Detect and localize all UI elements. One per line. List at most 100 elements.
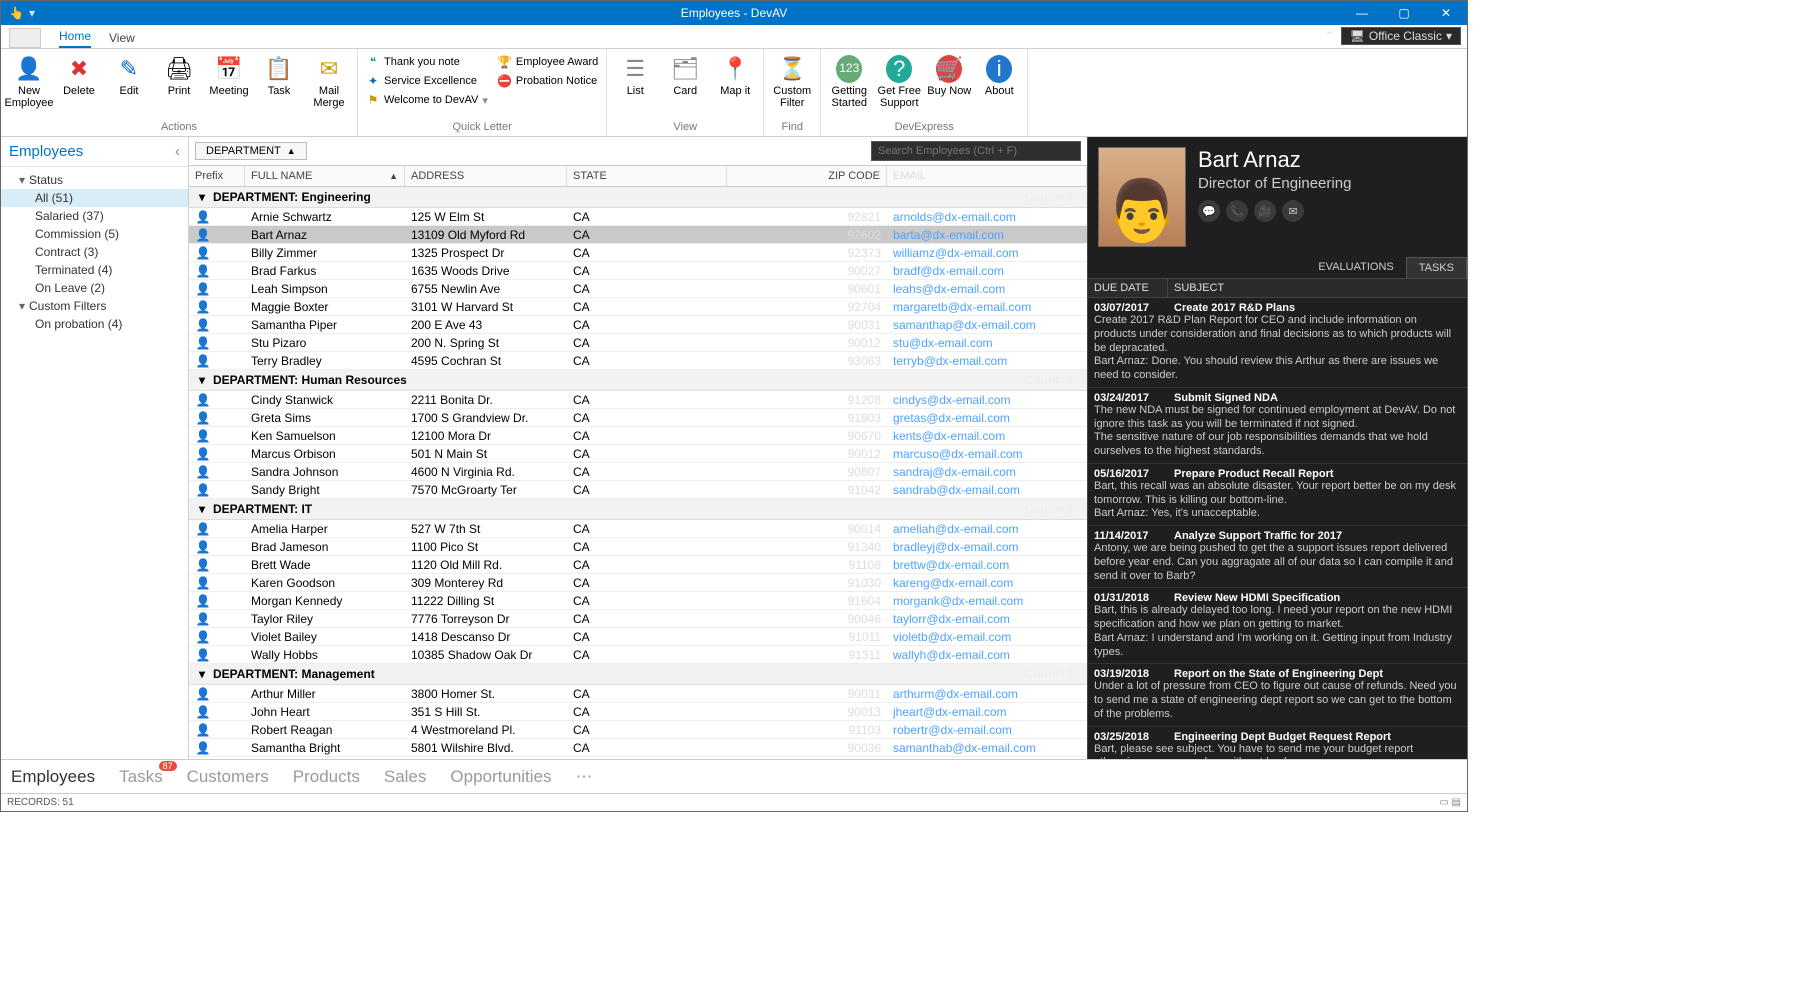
nav-employees[interactable]: Employees [11, 767, 95, 787]
email-link[interactable]: arnolds@dx-email.com [893, 210, 1016, 224]
nav-products[interactable]: Products [293, 767, 360, 787]
task-item[interactable]: 01/31/2018Review New HDMI SpecificationB… [1088, 588, 1467, 664]
task-item[interactable]: 05/16/2017Prepare Product Recall ReportB… [1088, 464, 1467, 526]
delete-button[interactable]: ✖Delete [55, 51, 103, 97]
email-link[interactable]: gretas@dx-email.com [893, 411, 1010, 425]
email-link[interactable]: bradf@dx-email.com [893, 264, 1004, 278]
email-link[interactable]: kents@dx-email.com [893, 429, 1005, 443]
table-row[interactable]: 👤Samantha Piper200 E Ave 43CA90031samant… [189, 316, 1087, 334]
getting-started-button[interactable]: 123Getting Started [825, 51, 873, 109]
new-employee-button[interactable]: 👤New Employee [5, 51, 53, 109]
col-due-date[interactable]: DUE DATE [1088, 279, 1168, 297]
theme-selector[interactable]: 🖥Office Classic▾ [1341, 27, 1461, 45]
mail-merge-button[interactable]: ✉Mail Merge [305, 51, 353, 109]
table-row[interactable]: 👤Taylor Riley7776 Torreyson DrCA90046tay… [189, 610, 1087, 628]
custom-filter-button[interactable]: ⏳Custom Filter [768, 51, 816, 109]
video-icon[interactable]: 🎥 [1254, 200, 1276, 222]
tab-evaluations[interactable]: EVALUATIONS [1306, 257, 1405, 278]
email-link[interactable]: sandrab@dx-email.com [893, 483, 1020, 497]
email-link[interactable]: marcuso@dx-email.com [893, 447, 1023, 461]
email-link[interactable]: ameliah@dx-email.com [893, 522, 1019, 536]
table-row[interactable]: 👤Ken Samuelson12100 Mora DrCA90670kents@… [189, 427, 1087, 445]
tab-view[interactable]: View [109, 28, 135, 48]
table-row[interactable]: 👤John Heart351 S Hill St.CA90013jheart@d… [189, 703, 1087, 721]
email-link[interactable]: morgank@dx-email.com [893, 594, 1023, 608]
tab-tasks[interactable]: TASKS [1406, 257, 1467, 278]
nav-customers[interactable]: Customers [187, 767, 269, 787]
table-row[interactable]: 👤Sandy Bright7570 McGroarty TerCA91042sa… [189, 481, 1087, 499]
nav-opportunities[interactable]: Opportunities [450, 767, 551, 787]
col-prefix[interactable]: Prefix [189, 166, 245, 186]
email-link[interactable]: margaretb@dx-email.com [893, 300, 1031, 314]
close-button[interactable]: ✕ [1425, 1, 1467, 25]
email-link[interactable]: bradleyj@dx-email.com [893, 540, 1019, 554]
nav-item[interactable]: Terminated (4) [1, 261, 188, 279]
edit-button[interactable]: ✎Edit [105, 51, 153, 97]
table-row[interactable]: 👤Arthur Miller3800 Homer St.CA90031arthu… [189, 685, 1087, 703]
group-header[interactable]: ▾DEPARTMENT: ITCount=8 [189, 499, 1087, 520]
mail-icon[interactable]: ✉ [1282, 200, 1304, 222]
service-excellence-button[interactable]: ✦Service Excellence [362, 72, 492, 90]
table-row[interactable]: 👤Brad Farkus1635 Woods DriveCA90027bradf… [189, 262, 1087, 280]
email-link[interactable]: leahs@dx-email.com [893, 282, 1005, 296]
table-row[interactable]: 👤Bart Arnaz13109 Old Myford RdCA92602bar… [189, 226, 1087, 244]
col-subject[interactable]: SUBJECT [1168, 279, 1230, 297]
task-item[interactable]: 03/25/2018Engineering Dept Budget Reques… [1088, 727, 1467, 760]
email-link[interactable]: brettw@dx-email.com [893, 558, 1009, 572]
nav-sales[interactable]: Sales [384, 767, 427, 787]
phone-icon[interactable]: 📞 [1226, 200, 1248, 222]
email-link[interactable]: barta@dx-email.com [893, 228, 1004, 242]
table-row[interactable]: 👤Billy Zimmer1325 Prospect DrCA92373will… [189, 244, 1087, 262]
table-row[interactable]: 👤Brad Jameson1100 Pico StCA91340bradleyj… [189, 538, 1087, 556]
task-item[interactable]: 03/19/2018Report on the State of Enginee… [1088, 664, 1467, 726]
group-header[interactable]: ▾DEPARTMENT: ManagementCount=4 [189, 664, 1087, 685]
tab-home[interactable]: Home [59, 26, 91, 48]
task-item[interactable]: 03/24/2017Submit Signed NDAThe new NDA m… [1088, 388, 1467, 464]
table-row[interactable]: 👤Cindy Stanwick2211 Bonita Dr.CA91208cin… [189, 391, 1087, 409]
collapse-nav-icon[interactable]: ‹ [175, 143, 180, 160]
table-row[interactable]: 👤Wally Hobbs10385 Shadow Oak DrCA91311wa… [189, 646, 1087, 664]
email-link[interactable]: jheart@dx-email.com [893, 705, 1007, 719]
award-button[interactable]: 🏆Employee Award [494, 53, 602, 71]
probation-button[interactable]: ⛔Probation Notice [494, 72, 602, 90]
table-row[interactable]: 👤Morgan Kennedy11222 Dilling StCA91604mo… [189, 592, 1087, 610]
chat-icon[interactable]: 💬 [1198, 200, 1220, 222]
table-row[interactable]: 👤Brett Wade1120 Old Mill Rd.CA91108brett… [189, 556, 1087, 574]
nav-more[interactable]: ⋯ [576, 767, 593, 787]
task-item[interactable]: 11/14/2017Analyze Support Traffic for 20… [1088, 526, 1467, 588]
email-link[interactable]: kareng@dx-email.com [893, 576, 1013, 590]
email-link[interactable]: wallyh@dx-email.com [893, 648, 1010, 662]
group-by-chip[interactable]: DEPARTMENT▲ [195, 142, 307, 160]
thank-you-button[interactable]: ❝Thank you note [362, 53, 492, 71]
group-header[interactable]: ▾DEPARTMENT: EngineeringCount=9 [189, 187, 1087, 208]
nav-custom-filters[interactable]: ▾Custom Filters [1, 297, 188, 315]
task-button[interactable]: 📋Task [255, 51, 303, 97]
minimize-button[interactable]: — [1341, 1, 1383, 25]
card-view-button[interactable]: 🗂Card [661, 51, 709, 97]
table-row[interactable]: 👤Greta Sims1700 S Grandview Dr.CA91803gr… [189, 409, 1087, 427]
email-link[interactable]: samanthap@dx-email.com [893, 318, 1036, 332]
email-link[interactable]: williamz@dx-email.com [893, 246, 1019, 260]
support-button[interactable]: ?Get Free Support [875, 51, 923, 109]
table-row[interactable]: 👤Violet Bailey1418 Descanso DrCA91011vio… [189, 628, 1087, 646]
email-link[interactable]: stu@dx-email.com [893, 336, 993, 350]
col-zip[interactable]: ZIP CODE [727, 166, 887, 186]
meeting-button[interactable]: 📅Meeting [205, 51, 253, 97]
table-row[interactable]: 👤Robert Reagan4 Westmoreland Pl.CA91103r… [189, 721, 1087, 739]
col-fullname[interactable]: FULL NAME▲ [245, 166, 405, 186]
task-item[interactable]: 03/07/2017Create 2017 R&D PlansCreate 20… [1088, 298, 1467, 388]
col-state[interactable]: STATE [567, 166, 727, 186]
nav-on-probation[interactable]: On probation (4) [1, 315, 188, 333]
nav-item[interactable]: Commission (5) [1, 225, 188, 243]
nav-item[interactable]: On Leave (2) [1, 279, 188, 297]
table-row[interactable]: 👤Terry Bradley4595 Cochran StCA93063terr… [189, 352, 1087, 370]
print-button[interactable]: 🖨Print [155, 51, 203, 97]
about-button[interactable]: iAbout [975, 51, 1023, 97]
nav-item[interactable]: Salaried (37) [1, 207, 188, 225]
collapse-ribbon-icon[interactable]: ⌃ [1325, 29, 1335, 43]
email-link[interactable]: taylorr@dx-email.com [893, 612, 1010, 626]
table-row[interactable]: 👤Arnie Schwartz125 W Elm StCA92821arnold… [189, 208, 1087, 226]
table-row[interactable]: 👤Stu Pizaro200 N. Spring StCA90012stu@dx… [189, 334, 1087, 352]
table-row[interactable]: 👤Leah Simpson6755 Newlin AveCA90601leahs… [189, 280, 1087, 298]
email-link[interactable]: sandraj@dx-email.com [893, 465, 1016, 479]
